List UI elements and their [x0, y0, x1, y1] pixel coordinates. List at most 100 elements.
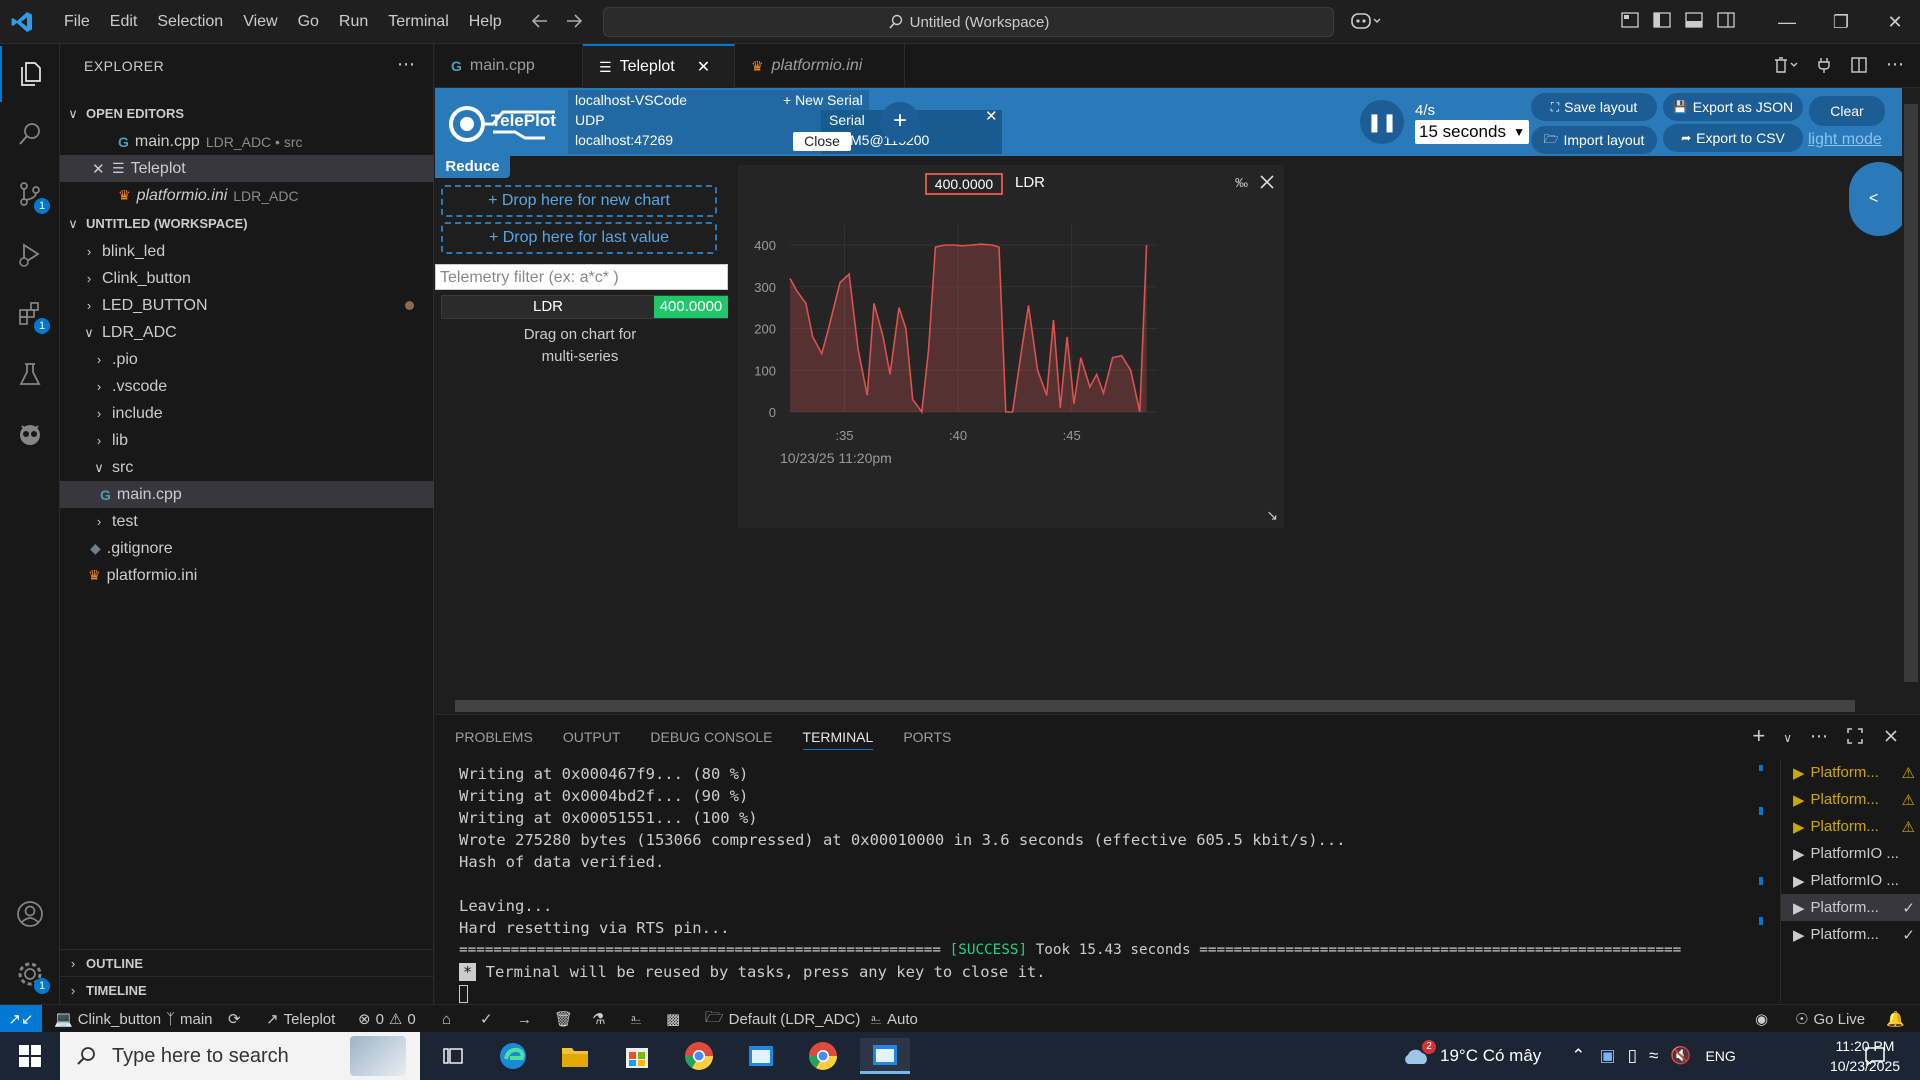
terminal-output[interactable]: Writing at 0x000467f9... (80 %) Writing a… — [459, 763, 1759, 1003]
scrollbar-thumb[interactable] — [1904, 104, 1918, 682]
tree-file-platformio-ini[interactable]: ♛ platformio.ini — [60, 562, 434, 589]
menu-edit[interactable]: Edit — [100, 13, 148, 31]
app-tray-icon[interactable]: ▣ — [1600, 1046, 1616, 1066]
tab-ports[interactable]: PORTS — [903, 729, 951, 750]
copilot-status-icon[interactable]: ◉ — [1755, 1005, 1768, 1033]
close-panel-icon[interactable] — [1882, 727, 1900, 749]
add-connection-button[interactable]: + — [880, 102, 920, 142]
trash-icon[interactable] — [1772, 56, 1798, 74]
language-indicator[interactable]: ENG — [1705, 1048, 1735, 1064]
file-explorer-icon[interactable] — [550, 1038, 600, 1074]
terminal-icon[interactable]: ▩ — [666, 1005, 680, 1033]
duration-select[interactable]: 15 seconds ▼ — [1415, 120, 1529, 144]
tab-terminal[interactable]: TERMINAL — [802, 729, 874, 750]
forward-arrow-icon[interactable] — [564, 10, 584, 32]
tree-folder-lib[interactable]: › lib — [60, 427, 434, 454]
menu-terminal[interactable]: Terminal — [378, 13, 458, 31]
horizontal-scrollbar[interactable] — [435, 698, 1902, 714]
light-mode-link[interactable]: light mode — [1808, 131, 1882, 149]
tree-file-main-cpp[interactable]: G main.cpp — [60, 481, 434, 508]
drop-new-chart-zone[interactable]: + Drop here for new chart — [441, 185, 717, 217]
plug-icon[interactable] — [1816, 56, 1832, 74]
save-layout-button[interactable]: ⛶ Save layout — [1531, 93, 1657, 121]
tree-folder-blink-led[interactable]: › blink_led — [60, 238, 434, 265]
toggle-secondary-sidebar-icon[interactable] — [1716, 10, 1736, 30]
status-golive[interactable]: ☉ Go Live — [1795, 1005, 1865, 1033]
app-window-icon[interactable] — [736, 1038, 786, 1074]
sync-icon[interactable]: ⟳ — [228, 1005, 241, 1033]
accounts-icon[interactable] — [0, 886, 60, 942]
chart-card[interactable]: 400.0000 LDR ‰ 0 100 200 300 400:35:40:45 10/… — [738, 165, 1284, 528]
chrome-profile-icon[interactable] — [674, 1038, 724, 1074]
terminal-item[interactable]: ▶ Platform... ✓ — [1781, 894, 1920, 921]
terminal-item[interactable]: ▶ PlatformIO ... — [1781, 840, 1920, 867]
run-debug-icon[interactable] — [0, 226, 60, 282]
pause-button[interactable]: ❚❚ — [1360, 100, 1404, 144]
extensions-icon[interactable]: 1 — [0, 286, 60, 342]
close-chart-icon[interactable] — [1258, 173, 1276, 191]
terminal-item[interactable]: ▶ Platform... ⚠ — [1781, 786, 1920, 813]
tree-folder-include[interactable]: › include — [60, 400, 434, 427]
microsoft-store-icon[interactable] — [612, 1038, 662, 1074]
task-view-icon[interactable] — [428, 1038, 478, 1074]
scrollbar-thumb[interactable] — [455, 700, 1855, 712]
upload-arrow-icon[interactable]: → — [517, 1005, 532, 1033]
platformio-alien-icon[interactable] — [0, 406, 60, 462]
export-json-button[interactable]: 💾 Export as JSON — [1663, 93, 1803, 121]
menu-view[interactable]: View — [233, 13, 287, 31]
drop-last-value-zone[interactable]: + Drop here for last value — [441, 222, 717, 254]
tab-problems[interactable]: PROBLEMS — [455, 729, 533, 750]
clear-button[interactable]: Clear — [1809, 96, 1885, 126]
permille-icon[interactable]: ‰ — [1235, 175, 1248, 190]
vertical-scrollbar[interactable] — [1902, 88, 1920, 698]
tab-teleplot[interactable]: ☰ Teleplot ✕ — [583, 44, 735, 88]
open-editor-teleplot[interactable]: ✕ ☰ Teleplot — [60, 155, 434, 182]
close-serial-button[interactable]: Close — [793, 132, 851, 151]
copilot-icon[interactable] — [1350, 10, 1384, 32]
export-csv-button[interactable]: ➦ Export to CSV — [1663, 124, 1803, 152]
more-actions-icon[interactable]: ⋯ — [1810, 727, 1828, 749]
tab-platformio-ini[interactable]: ♛ platformio.ini — [735, 44, 905, 88]
menu-selection[interactable]: Selection — [147, 13, 233, 31]
telemetry-item-ldr[interactable]: LDR 400.0000 — [441, 295, 728, 319]
more-actions-icon[interactable]: ⋯ — [1886, 55, 1904, 74]
battery-icon[interactable]: ▯ — [1628, 1046, 1637, 1066]
tree-folder-ldr-adc[interactable]: ∨ LDR_ADC — [60, 319, 434, 346]
test-flask-icon[interactable]: ⚗ — [592, 1005, 605, 1033]
tree-folder-clink-button[interactable]: › Clink_button — [60, 265, 434, 292]
tree-folder-src[interactable]: ∨ src — [60, 454, 434, 481]
open-editor-platformio[interactable]: ♛ platformio.ini LDR_ADC — [60, 182, 434, 209]
terminal-item[interactable]: ▶ Platform... ✓ — [1781, 921, 1920, 948]
status-problems[interactable]: ⊗ 0 ⚠ 0 — [358, 1005, 416, 1033]
terminal-item[interactable]: ▶ Platform... ⚠ — [1781, 759, 1920, 786]
terminal-item[interactable]: ▶ PlatformIO ... — [1781, 867, 1920, 894]
close-editor-icon[interactable]: ✕ — [92, 160, 112, 178]
notifications-bell-icon[interactable]: 🔔 — [1886, 1005, 1905, 1033]
tree-folder-led-button[interactable]: › LED_BUTTON — [60, 292, 434, 319]
windows-start-icon[interactable] — [0, 1032, 60, 1080]
notification-center-icon[interactable] — [1863, 1044, 1887, 1068]
resize-handle-icon[interactable]: ↘ — [1266, 507, 1278, 524]
new-terminal-icon[interactable]: + — [1752, 725, 1765, 749]
open-editor-main-cpp[interactable]: G main.cpp LDR_ADC • src — [60, 128, 434, 155]
command-center-search[interactable]: Untitled (Workspace) — [603, 7, 1334, 37]
testing-flask-icon[interactable] — [0, 346, 60, 402]
open-editors-section[interactable]: ∨ OPEN EDITORS — [60, 100, 434, 127]
outline-section[interactable]: › OUTLINE — [60, 949, 434, 976]
minimize-icon[interactable]: — — [1760, 0, 1814, 44]
chevron-down-icon[interactable]: ∨ — [1783, 727, 1792, 749]
terminal-item[interactable]: ▶ Platform... ⚠ — [1781, 813, 1920, 840]
weather-text[interactable]: 19°C Có mây — [1440, 1046, 1541, 1066]
chevron-up-icon[interactable]: ⌃ — [1571, 1046, 1585, 1066]
build-check-icon[interactable]: ✓ — [480, 1005, 493, 1033]
menu-help[interactable]: Help — [459, 13, 512, 31]
weather-cloud-icon[interactable]: 2 — [1400, 1040, 1436, 1068]
maximize-panel-icon[interactable] — [1846, 727, 1864, 749]
telemetry-filter-input[interactable]: Telemetry filter (ex: a*c* ) — [435, 264, 728, 290]
menu-run[interactable]: Run — [329, 13, 378, 31]
toggle-panel-icon[interactable] — [1684, 10, 1704, 30]
reduce-button[interactable]: Reduce — [435, 156, 510, 178]
status-auto[interactable]: ⎁ Auto — [870, 1005, 918, 1033]
edge-browser-icon[interactable] — [488, 1038, 538, 1074]
back-arrow-icon[interactable] — [530, 10, 550, 32]
